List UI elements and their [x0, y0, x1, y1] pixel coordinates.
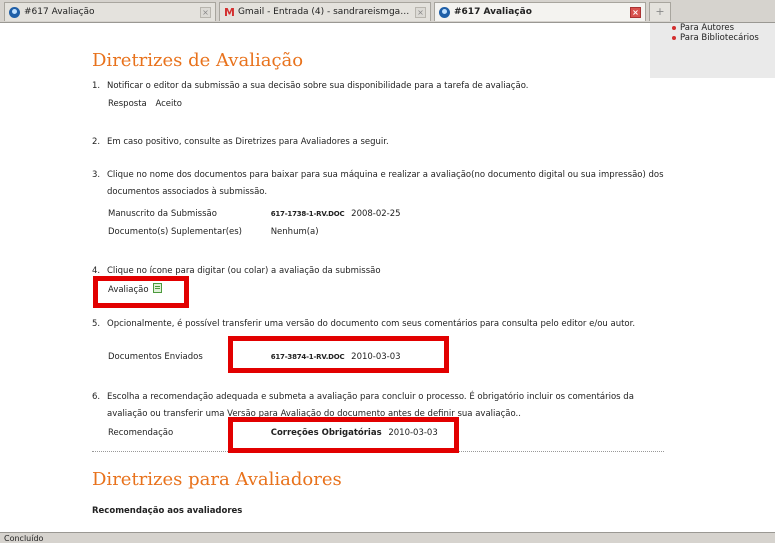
tab-label: #617 Avaliação	[454, 7, 532, 17]
browser-globe-icon	[439, 6, 450, 18]
step-text: Notificar o editor da submissão a sua de…	[107, 81, 529, 91]
section-subtitle: Recomendação aos avaliadores	[92, 506, 243, 516]
tab-bar: #617 Avaliação × M Gmail - Entrada (4) -…	[0, 0, 775, 23]
highlight-box-uploaded-docs	[228, 336, 449, 373]
step-text: Clique no nome dos documentos para baixa…	[107, 170, 664, 197]
manuscript-date: 2008-02-25	[351, 209, 401, 219]
highlight-box-recommendation	[228, 417, 459, 453]
close-icon[interactable]: ×	[415, 6, 426, 18]
browser-globe-icon	[9, 6, 20, 18]
response-row: Resposta Aceito	[108, 99, 182, 109]
step-5: 5. Opcionalmente, é possível transferir …	[92, 316, 664, 333]
close-icon[interactable]: ×	[630, 6, 641, 18]
sidebar-item-para-autores[interactable]: Para Autores	[650, 23, 775, 33]
step-number: 3.	[92, 170, 101, 180]
sidebar-link[interactable]: Para Autores	[680, 23, 734, 33]
sidebar-link[interactable]: Para Bibliotecários	[680, 33, 759, 43]
supplementary-label: Documento(s) Suplementar(es)	[108, 227, 242, 237]
sidebar-box: Para Autores Para Bibliotecários	[650, 23, 775, 78]
supplementary-value: Nenhum(a)	[270, 227, 319, 237]
step-number: 5.	[92, 319, 101, 329]
step-2: 2. Em caso positivo, consulte as Diretri…	[92, 134, 664, 151]
response-label: Resposta	[108, 99, 147, 109]
new-tab-button[interactable]: +	[649, 2, 671, 21]
response-value: Aceito	[155, 99, 182, 109]
tab-avaliacao-active[interactable]: #617 Avaliação ×	[434, 2, 646, 21]
supplementary-row: Documento(s) Suplementar(es) Nenhum(a)	[108, 227, 319, 237]
tab-label: Gmail - Entrada (4) - sandrareismga@g...	[237, 7, 412, 17]
highlight-box-review	[93, 276, 189, 308]
step-number: 1.	[92, 81, 101, 91]
section-title: Diretrizes para Avaliadores	[92, 469, 342, 490]
manuscript-label: Manuscrito da Submissão	[108, 209, 217, 219]
step-number: 6.	[92, 392, 101, 402]
step-text: Clique no ícone para digitar (ou colar) …	[107, 266, 381, 276]
step-text: Em caso positivo, consulte as Diretrizes…	[107, 137, 389, 147]
close-icon[interactable]: ×	[200, 6, 211, 18]
step-1: 1. Notificar o editor da submissão a sua…	[92, 78, 664, 95]
tab-label: #617 Avaliação	[24, 7, 95, 17]
step-3: 3. Clique no nome dos documentos para ba…	[92, 167, 664, 201]
tab-gmail[interactable]: M Gmail - Entrada (4) - sandrareismga@g.…	[219, 2, 431, 21]
step-number: 2.	[92, 137, 101, 147]
tab-avaliacao-1[interactable]: #617 Avaliação ×	[4, 2, 216, 21]
manuscript-file-link[interactable]: 617-1738-1-RV.DOC	[271, 210, 345, 218]
gmail-icon: M	[224, 5, 235, 19]
status-bar: Concluído	[0, 532, 775, 543]
page-title: Diretrizes de Avaliação	[92, 50, 304, 71]
sidebar-item-para-bibliotecarios[interactable]: Para Bibliotecários	[650, 33, 775, 43]
manuscript-row: Manuscrito da Submissão 617-1738-1-RV.DO…	[108, 209, 401, 219]
step-text: Opcionalmente, é possível transferir uma…	[107, 319, 636, 329]
